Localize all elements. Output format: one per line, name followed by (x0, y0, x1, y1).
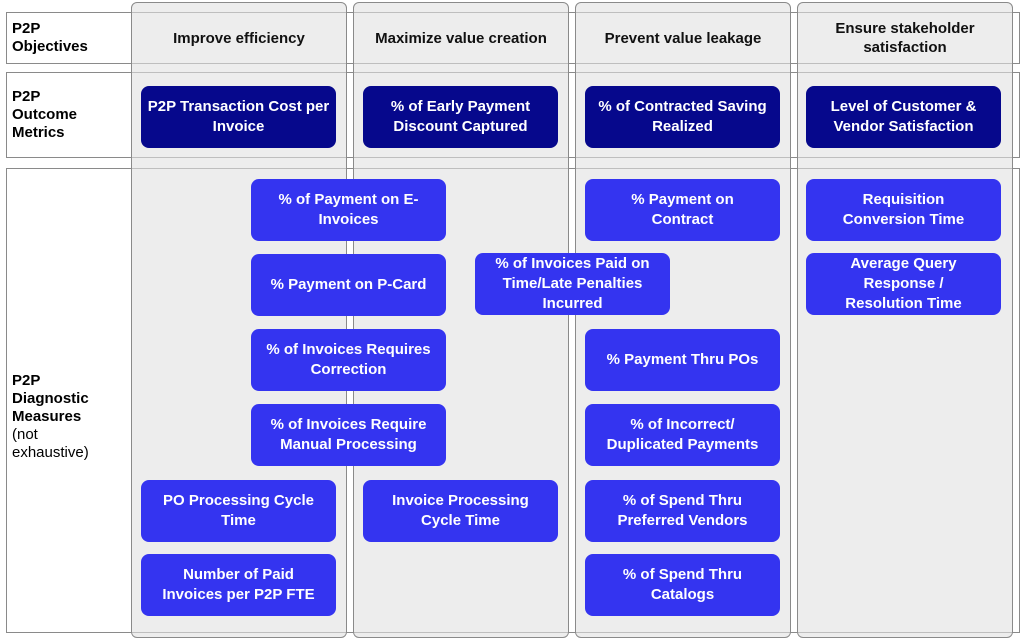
diagnostic-label: P2P Diagnostic Measures (12, 372, 89, 425)
row-label-diagnostic: P2P Diagnostic Measures (not exhaustive) (12, 372, 112, 462)
diagnostic-measure-box: Invoice Processing Cycle Time (363, 480, 558, 542)
objective-header: Improve efficiency (173, 29, 305, 47)
outcome-metric-box: P2P Transaction Cost per Invoice (141, 86, 336, 148)
diagnostic-measure-box: Number of Paid Invoices per P2P FTE (141, 554, 336, 616)
outcome-metric-box: % of Early Payment Discount Captured (363, 86, 558, 148)
objective-header: Maximize value creation (375, 29, 547, 47)
diagnostic-measure-box: % Payment Thru POs (585, 329, 780, 391)
diagnostic-measure-box: Average Query Response / Resolution Time (806, 253, 1001, 315)
objective-header: Prevent value leakage (604, 29, 762, 47)
outcome-metric-box: Level of Customer & Vendor Satisfaction (806, 86, 1001, 148)
row-label-objectives: P2P Objectives (12, 20, 88, 55)
diagnostic-measure-box: % of Spend Thru Preferred Vendors (585, 480, 780, 542)
diagnostic-measure-box: % of Invoices Paid on Time/Late Penaltie… (475, 253, 670, 315)
diagnostic-measure-box: Requisition Conversion Time (806, 179, 1001, 241)
objective-header: Ensure stakeholder satisfaction (835, 20, 975, 56)
diagnostic-note: (not exhaustive) (12, 426, 89, 461)
diagnostic-measure-box: PO Processing Cycle Time (141, 480, 336, 542)
row-label-outcome: P2P Outcome Metrics (12, 88, 78, 141)
diagnostic-measure-box: % Payment on P-Card (251, 254, 446, 316)
diagnostic-measure-box: % Payment on Contract (585, 179, 780, 241)
diagnostic-measure-box: % of Spend Thru Catalogs (585, 554, 780, 616)
diagnostic-measure-box: % of Invoices Requires Correction (251, 329, 446, 391)
diagnostic-measure-box: % of Payment on E-Invoices (251, 179, 446, 241)
diagnostic-measure-box: % of Incorrect/ Duplicated Payments (585, 404, 780, 466)
outcome-metric-box: % of Contracted Saving Realized (585, 86, 780, 148)
diagnostic-measure-box: % of Invoices Require Manual Processing (251, 404, 446, 466)
